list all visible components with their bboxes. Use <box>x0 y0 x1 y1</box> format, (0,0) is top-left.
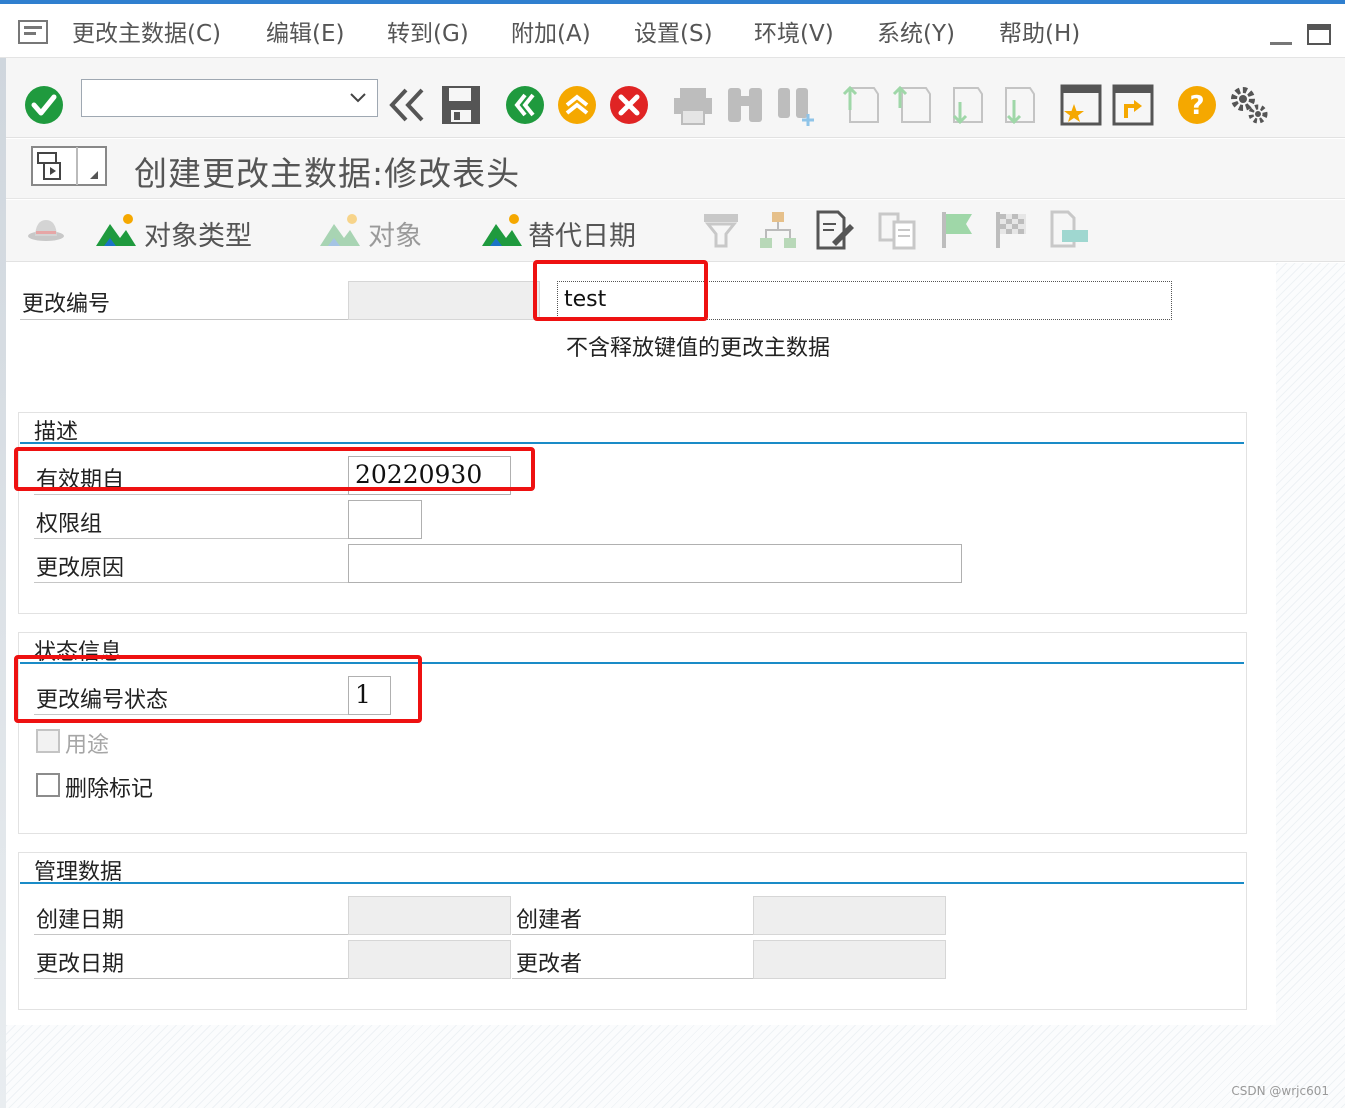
delete-flag-checkbox[interactable] <box>36 773 60 797</box>
svg-text:?: ? <box>1189 91 1204 121</box>
object-label: 对象 <box>368 221 422 252</box>
reason-input[interactable] <box>348 544 962 583</box>
change-number-description: 不含释放键值的更改主数据 <box>566 336 831 361</box>
edit-doc-icon[interactable] <box>814 210 854 250</box>
label-underline <box>34 538 350 539</box>
changed-by-field <box>753 940 946 979</box>
usage-label: 用途 <box>65 733 110 758</box>
object-button: 对象 <box>318 200 438 262</box>
object-type-button[interactable]: 对象类型 <box>94 200 264 262</box>
print-icon <box>674 88 712 125</box>
menu-toggle-icon[interactable] <box>30 145 110 189</box>
object-type-label: 对象类型 <box>144 221 252 252</box>
label-underline <box>20 319 350 320</box>
label-underline <box>34 934 350 935</box>
label-underline <box>512 978 754 979</box>
menu-environment[interactable]: 环境(V) <box>754 14 834 48</box>
menu-change-master[interactable]: 更改主数据(C) <box>72 14 221 48</box>
alt-date-button[interactable]: 替代日期 <box>480 200 660 262</box>
changed-on-label: 更改日期 <box>36 952 125 977</box>
menu-help[interactable]: 帮助(H) <box>999 14 1080 48</box>
page-title: 创建更改主数据:修改表头 <box>134 154 521 193</box>
highlight-valid-from <box>14 447 535 491</box>
hat-icon <box>28 220 64 241</box>
flag-icon <box>942 212 972 248</box>
watermark: CSDN @wrjc601 <box>1231 1084 1329 1098</box>
label-underline <box>512 934 754 935</box>
chevron-down-icon[interactable] <box>349 92 367 104</box>
application-toolbar: 对象类型 对象 替代日期 <box>6 200 1345 262</box>
exit-icon[interactable] <box>556 84 598 126</box>
menu-settings[interactable]: 设置(S) <box>634 14 713 48</box>
command-field[interactable] <box>81 79 378 117</box>
double-chevron-left-icon[interactable] <box>388 86 428 124</box>
usage-checkbox <box>36 729 60 753</box>
mountain-icon <box>96 214 136 246</box>
cancel-icon[interactable] <box>608 84 650 126</box>
created-on-label: 创建日期 <box>36 908 125 933</box>
enter-check-icon[interactable] <box>23 84 65 126</box>
settings-gear-icon[interactable] <box>1228 84 1270 126</box>
label-underline <box>34 494 350 495</box>
created-on-field <box>348 896 511 935</box>
maximize-icon[interactable] <box>1306 22 1334 48</box>
filter-doc-icon <box>704 214 738 248</box>
created-by-label: 创建者 <box>516 908 583 933</box>
auth-group-input[interactable] <box>348 500 422 539</box>
find-icon <box>728 88 762 122</box>
back-icon[interactable] <box>504 84 546 126</box>
alt-date-label: 替代日期 <box>528 221 636 252</box>
menu-system[interactable]: 系统(Y) <box>877 14 955 48</box>
label-underline <box>34 582 350 583</box>
highlight-change-number <box>533 260 708 321</box>
menu-extras[interactable]: 附加(A) <box>511 14 591 48</box>
next-page-icon <box>952 87 983 125</box>
menu-bar: 更改主数据(C) 编辑(E) 转到(G) 附加(A) 设置(S) 环境(V) 系… <box>0 0 1345 58</box>
print-doc-icon <box>1050 210 1088 248</box>
mountain-icon <box>482 214 522 246</box>
help-icon[interactable]: ? <box>1176 84 1218 126</box>
changed-on-field <box>348 940 511 979</box>
find-next-icon <box>778 88 814 126</box>
auth-group-label: 权限组 <box>36 512 103 537</box>
checkered-flag-icon <box>996 212 1026 248</box>
admin-group <box>18 852 1247 1010</box>
menu-edit[interactable]: 编辑(E) <box>266 14 344 48</box>
change-number-label: 更改编号 <box>22 292 111 317</box>
hierarchy-icon <box>760 212 796 248</box>
save-icon[interactable] <box>440 84 482 126</box>
group-divider <box>20 442 1244 444</box>
menu-goto[interactable]: 转到(G) <box>387 14 469 48</box>
change-number-prefix <box>348 281 540 320</box>
documents-icon <box>878 212 916 250</box>
generate-shortcut-icon[interactable] <box>1112 84 1154 126</box>
first-page-icon <box>842 85 879 123</box>
minimize-icon[interactable] <box>1268 24 1296 48</box>
menu-icon[interactable] <box>18 20 50 46</box>
group-divider <box>20 882 1244 884</box>
highlight-status <box>14 655 422 723</box>
last-page-icon <box>1005 87 1035 125</box>
changed-by-label: 更改者 <box>516 952 583 977</box>
previous-page-icon <box>892 85 931 123</box>
label-underline <box>34 978 350 979</box>
created-by-field <box>753 896 946 935</box>
create-session-icon[interactable] <box>1060 84 1102 126</box>
title-bar: 创建更改主数据:修改表头 <box>6 139 1345 199</box>
mountain-icon <box>320 214 360 246</box>
delete-flag-label: 删除标记 <box>65 777 154 802</box>
reason-label: 更改原因 <box>36 556 125 581</box>
